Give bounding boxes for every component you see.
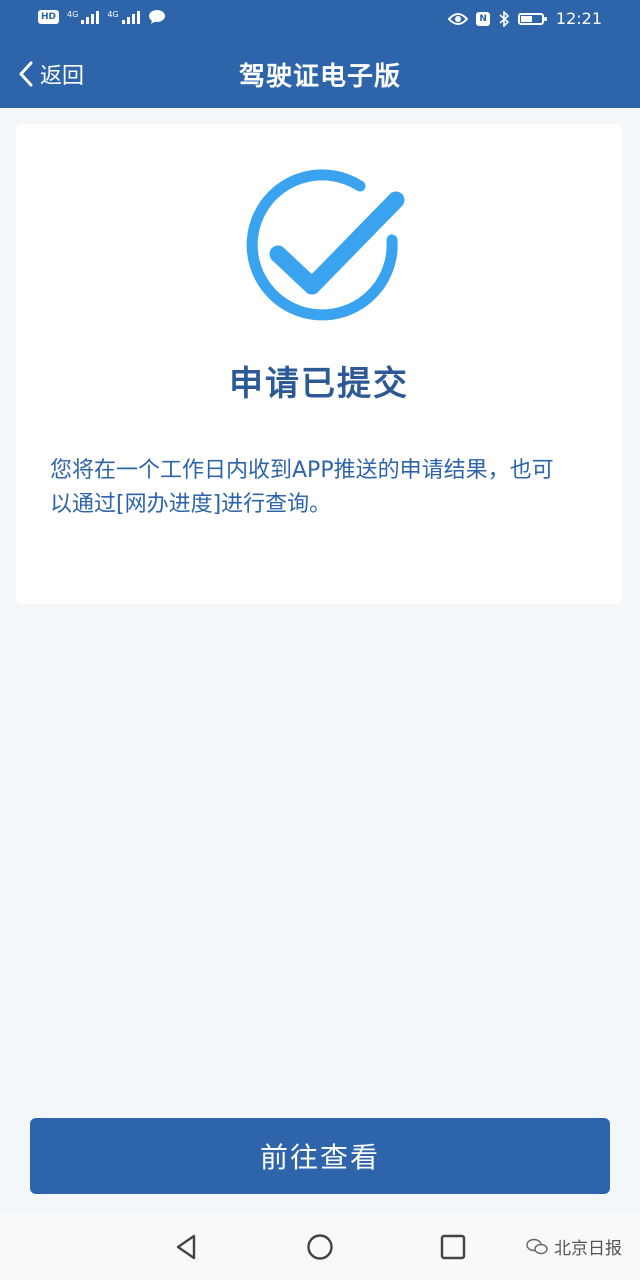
app-header: HD 4G 4G N 12:21 返回 驾驶证电子版 [0, 0, 640, 108]
watermark-text: 北京日报 [554, 1239, 622, 1259]
message-icon [148, 10, 165, 24]
result-card: 申请已提交 您将在一个工作日内收到APP推送的申请结果，也可以通过[网办进度]进… [16, 124, 622, 604]
network-type-label: 4G [67, 9, 79, 19]
check-circle-icon [246, 169, 405, 321]
hd-badge: HD [38, 10, 60, 24]
network-type-label-2: 4G [107, 9, 119, 19]
battery-icon [517, 12, 547, 25]
result-message: 您将在一个工作日内收到APP推送的申请结果，也可以通过[网办进度]进行查询。 [50, 458, 554, 517]
view-button[interactable]: 前往查看 [30, 1118, 610, 1194]
eye-icon [448, 12, 469, 25]
system-navigation-bar: 北京日报 [0, 1212, 640, 1280]
bluetooth-icon [499, 10, 510, 27]
status-right: N 12:21 [448, 9, 602, 28]
triangle-back-icon[interactable] [172, 1232, 202, 1262]
status-left: HD 4G 4G [38, 9, 166, 25]
watermark: 北京日报 [526, 1234, 622, 1259]
signal-icon-2: 4G [107, 9, 140, 24]
status-bar: HD 4G 4G N 12:21 [0, 0, 640, 40]
result-title: 申请已提交 [229, 364, 409, 404]
signal-icon-1: 4G [67, 9, 100, 24]
nfc-icon: N [476, 11, 490, 26]
wechat-icon [526, 1238, 548, 1254]
status-time: 12:21 [555, 9, 602, 28]
square-recents-icon[interactable] [438, 1232, 468, 1262]
navigation-bar: 返回 驾驶证电子版 [0, 40, 640, 108]
page-title: 驾驶证电子版 [238, 62, 401, 92]
circle-home-icon[interactable] [305, 1232, 335, 1262]
